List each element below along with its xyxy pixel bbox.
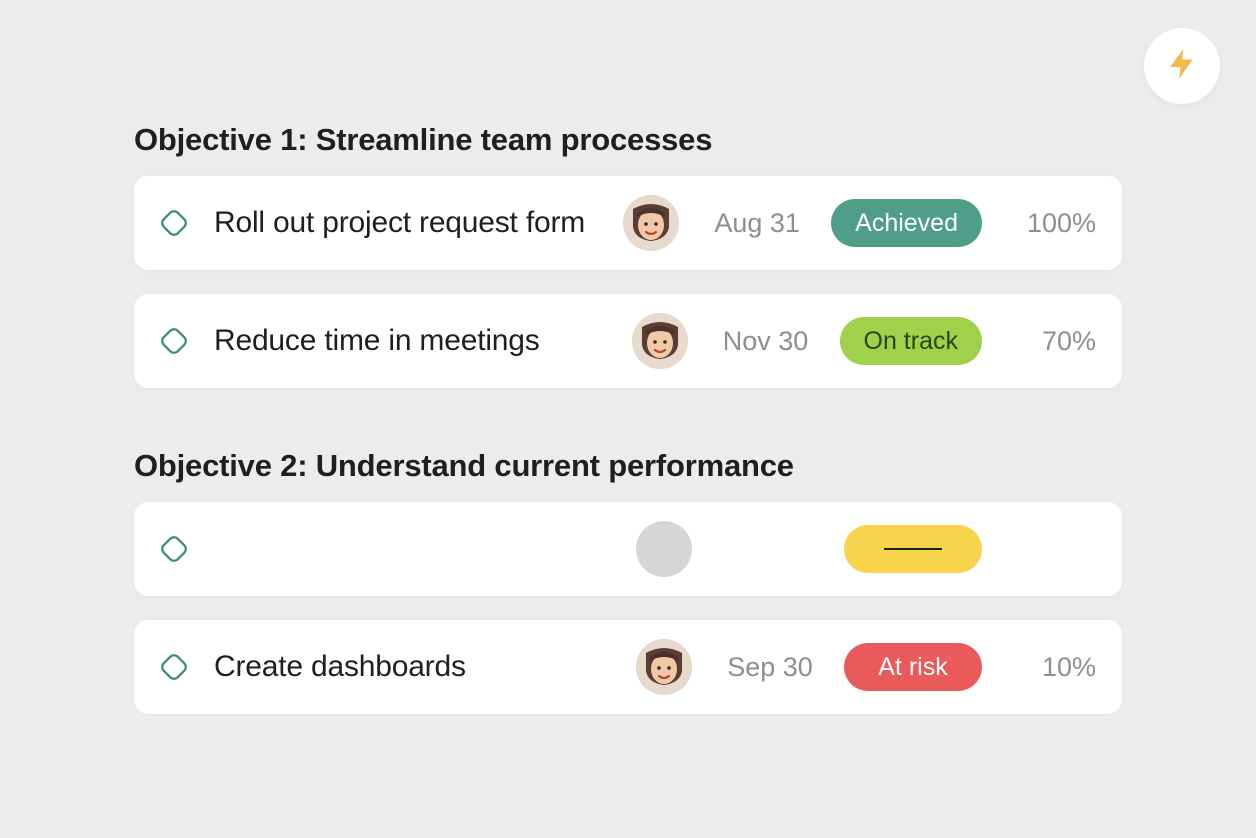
status-badge[interactable]: On track: [840, 317, 982, 365]
task-title: Reduce time in meetings: [214, 324, 616, 358]
diamond-icon[interactable]: [156, 649, 192, 685]
objectives-container: Objective 1: Streamline team processes R…: [0, 0, 1256, 714]
task-progress: 70%: [1000, 326, 1096, 357]
lightning-icon: [1164, 46, 1200, 87]
task-date: Sep 30: [710, 652, 830, 683]
objective-title: Objective 1: Streamline team processes: [134, 122, 1122, 158]
task-row[interactable]: Roll out project request form Aug 31 Ach…: [134, 176, 1122, 270]
task-progress: 100%: [1000, 208, 1096, 239]
objective-block: Objective 1: Streamline team processes R…: [134, 122, 1122, 388]
status-badge[interactable]: Achieved: [831, 199, 982, 247]
status-badge[interactable]: At risk: [844, 643, 982, 691]
task-row-placeholder[interactable]: [134, 502, 1122, 596]
task-date: Aug 31: [697, 208, 817, 239]
assignee-avatar[interactable]: [632, 313, 688, 369]
task-title: Roll out project request form: [214, 206, 607, 240]
objective-title: Objective 2: Understand current performa…: [134, 448, 1122, 484]
diamond-icon[interactable]: [156, 323, 192, 359]
assignee-avatar[interactable]: [636, 639, 692, 695]
task-row[interactable]: Reduce time in meetings Nov 30 On track …: [134, 294, 1122, 388]
assignee-avatar[interactable]: [623, 195, 679, 251]
lightning-badge: [1144, 28, 1220, 104]
task-progress: 10%: [1000, 652, 1096, 683]
diamond-icon[interactable]: [156, 205, 192, 241]
task-row[interactable]: Create dashboards Sep 30 At risk 10%: [134, 620, 1122, 714]
task-title: Create dashboards: [214, 650, 620, 684]
assignee-avatar-placeholder[interactable]: [636, 521, 692, 577]
task-date: Nov 30: [706, 326, 826, 357]
status-badge-placeholder[interactable]: [844, 525, 982, 573]
objective-block: Objective 2: Understand current performa…: [134, 448, 1122, 714]
diamond-icon[interactable]: [156, 531, 192, 567]
